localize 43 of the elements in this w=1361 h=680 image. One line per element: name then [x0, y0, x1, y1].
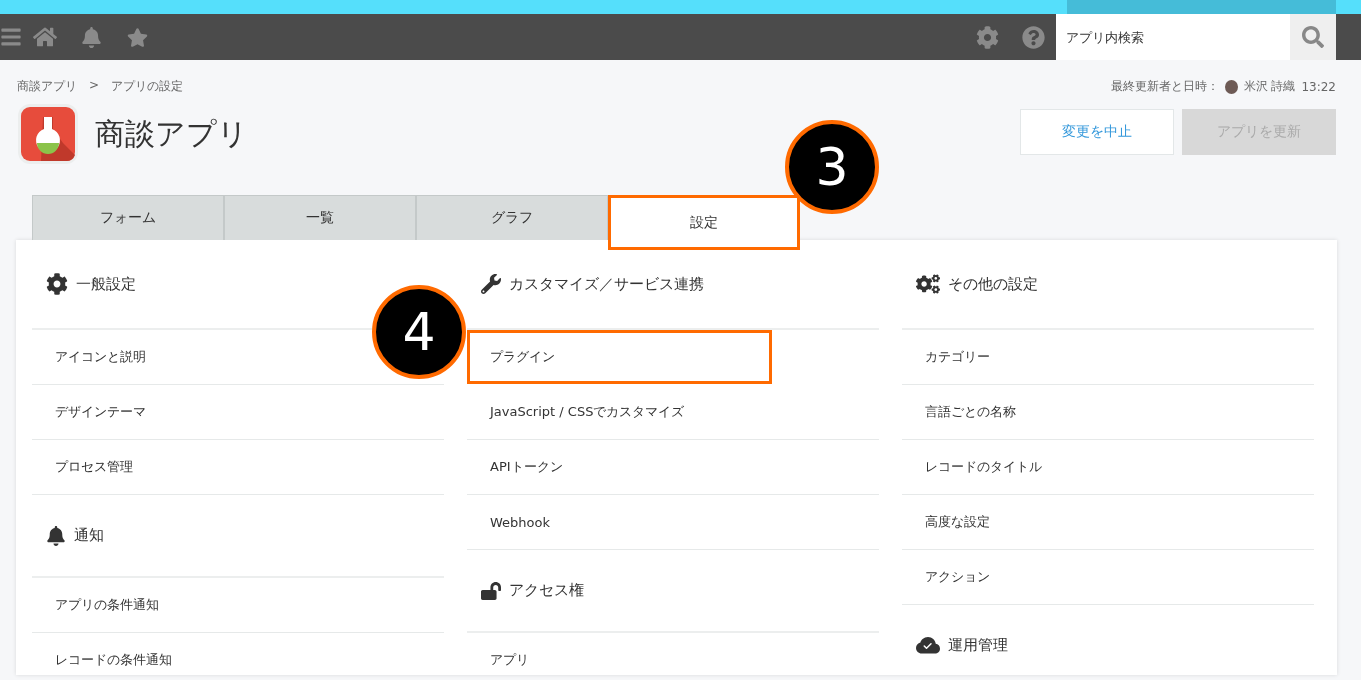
bell-icon [46, 525, 66, 546]
settings-link[interactable]: アイコンと説明 [55, 330, 146, 384]
breadcrumb-separator: > [89, 78, 100, 94]
settings-link[interactable]: アプリの条件通知 [55, 578, 159, 632]
section-title: カスタマイズ／サービス連携 [509, 274, 704, 294]
settings-link[interactable]: プラグイン [467, 330, 772, 384]
tab[interactable]: フォーム [32, 195, 224, 240]
settings-link[interactable]: JavaScript / CSSでカスタマイズ [490, 385, 685, 439]
tab[interactable]: 一覧 [224, 195, 416, 240]
breadcrumb-link[interactable]: アプリの設定 [111, 78, 184, 95]
settings-link[interactable]: レコードのタイトル [925, 440, 1042, 494]
settings-link[interactable]: プロセス管理 [55, 440, 133, 494]
wrench-icon [481, 274, 501, 294]
section-title: 通知 [74, 526, 104, 545]
avatar [1224, 79, 1238, 94]
step-number-badge: 3 [785, 120, 879, 214]
padlock-icon [481, 580, 501, 601]
settings-link[interactable]: アプリ [490, 633, 529, 675]
settings-link[interactable]: 言語ごとの名称 [925, 385, 1016, 439]
section-title: 運用管理 [948, 636, 1008, 655]
settings-link[interactable]: デザインテーマ [55, 385, 146, 439]
breadcrumb-link[interactable]: 商談アプリ [17, 78, 77, 95]
flask-app-icon [17, 103, 79, 165]
search-button[interactable] [1290, 14, 1336, 60]
tab[interactable]: グラフ [416, 195, 608, 240]
last-updated-label: 最終更新者と日時： [1110, 78, 1219, 95]
search-field[interactable]: アプリ内検索 [1056, 14, 1290, 60]
section-title: 一般設定 [76, 274, 136, 294]
settings-link[interactable]: Webhook [490, 495, 551, 549]
settings-link[interactable]: カテゴリー [925, 330, 990, 384]
app-title: 商談アプリ [95, 114, 248, 153]
search-icon [1302, 26, 1324, 48]
settings-link[interactable]: APIトークン [490, 440, 563, 494]
updated-time: 13:22 [1301, 79, 1336, 94]
settings-link[interactable]: レコードの条件通知 [55, 633, 172, 675]
gear-icon [46, 273, 68, 295]
section-title: その他の設定 [948, 274, 1038, 294]
section-title: アクセス権 [509, 581, 584, 600]
updater-name: 米沢 詩織 [1243, 78, 1296, 95]
settings-link[interactable]: アクション [925, 550, 990, 604]
settings-link[interactable]: 高度な設定 [925, 495, 990, 549]
tab[interactable]: 設定 [608, 195, 800, 250]
gears-icon [916, 272, 940, 296]
